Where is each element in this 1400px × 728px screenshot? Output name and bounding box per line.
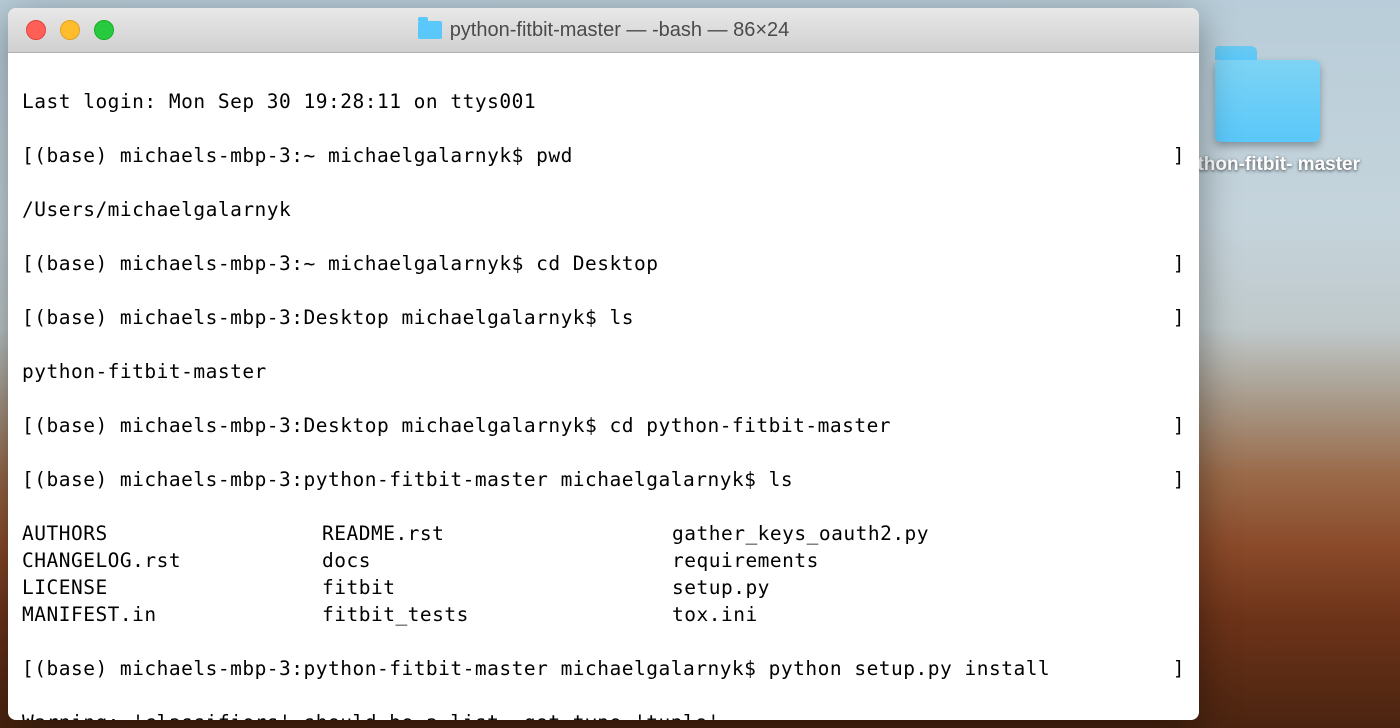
window-title-area: python-fitbit-master — -bash — 86×24 [418,19,790,42]
terminal-line: [(base) michaels-mbp-3:python-fitbit-mas… [22,466,1185,493]
minimize-button[interactable] [60,20,80,40]
ls-item: AUTHORS [22,520,322,547]
desktop-folder[interactable]: python-fitbit- master [1175,60,1360,178]
terminal-line: Warning: 'classifiers' should be a list,… [22,709,1185,720]
folder-icon [1215,60,1320,142]
close-button[interactable] [26,20,46,40]
window-title: python-fitbit-master — -bash — 86×24 [450,19,790,42]
terminal-line: [(base) michaels-mbp-3:Desktop michaelga… [22,412,1185,439]
ls-item: LICENSE [22,574,322,601]
terminal-line: [(base) michaels-mbp-3:Desktop michaelga… [22,304,1185,331]
ls-item: MANIFEST.in [22,601,322,628]
desktop-folder-label: python-fitbit- master [1175,152,1360,178]
traffic-lights [26,20,114,40]
maximize-button[interactable] [94,20,114,40]
terminal-line: Last login: Mon Sep 30 19:28:11 on ttys0… [22,88,1185,115]
terminal-line: [(base) michaels-mbp-3:~ michaelgalarnyk… [22,250,1185,277]
ls-item: tox.ini [672,601,1022,628]
terminal-window[interactable]: python-fitbit-master — -bash — 86×24 Las… [8,8,1199,720]
terminal-line: [(base) michaels-mbp-3:~ michaelgalarnyk… [22,142,1185,169]
ls-item: requirements [672,547,1022,574]
folder-icon [418,21,442,39]
ls-item: setup.py [672,574,1022,601]
ls-item: docs [322,547,672,574]
ls-item: gather_keys_oauth2.py [672,520,1022,547]
ls-item: README.rst [322,520,672,547]
terminal-line: python-fitbit-master [22,358,1185,385]
ls-item: fitbit_tests [322,601,672,628]
titlebar[interactable]: python-fitbit-master — -bash — 86×24 [8,8,1199,53]
terminal-content[interactable]: Last login: Mon Sep 30 19:28:11 on ttys0… [8,53,1199,720]
ls-output: AUTHORSCHANGELOG.rstLICENSEMANIFEST.in R… [22,520,1185,628]
ls-item: CHANGELOG.rst [22,547,322,574]
terminal-line: /Users/michaelgalarnyk [22,196,1185,223]
ls-item: fitbit [322,574,672,601]
terminal-line: [(base) michaels-mbp-3:python-fitbit-mas… [22,655,1185,682]
